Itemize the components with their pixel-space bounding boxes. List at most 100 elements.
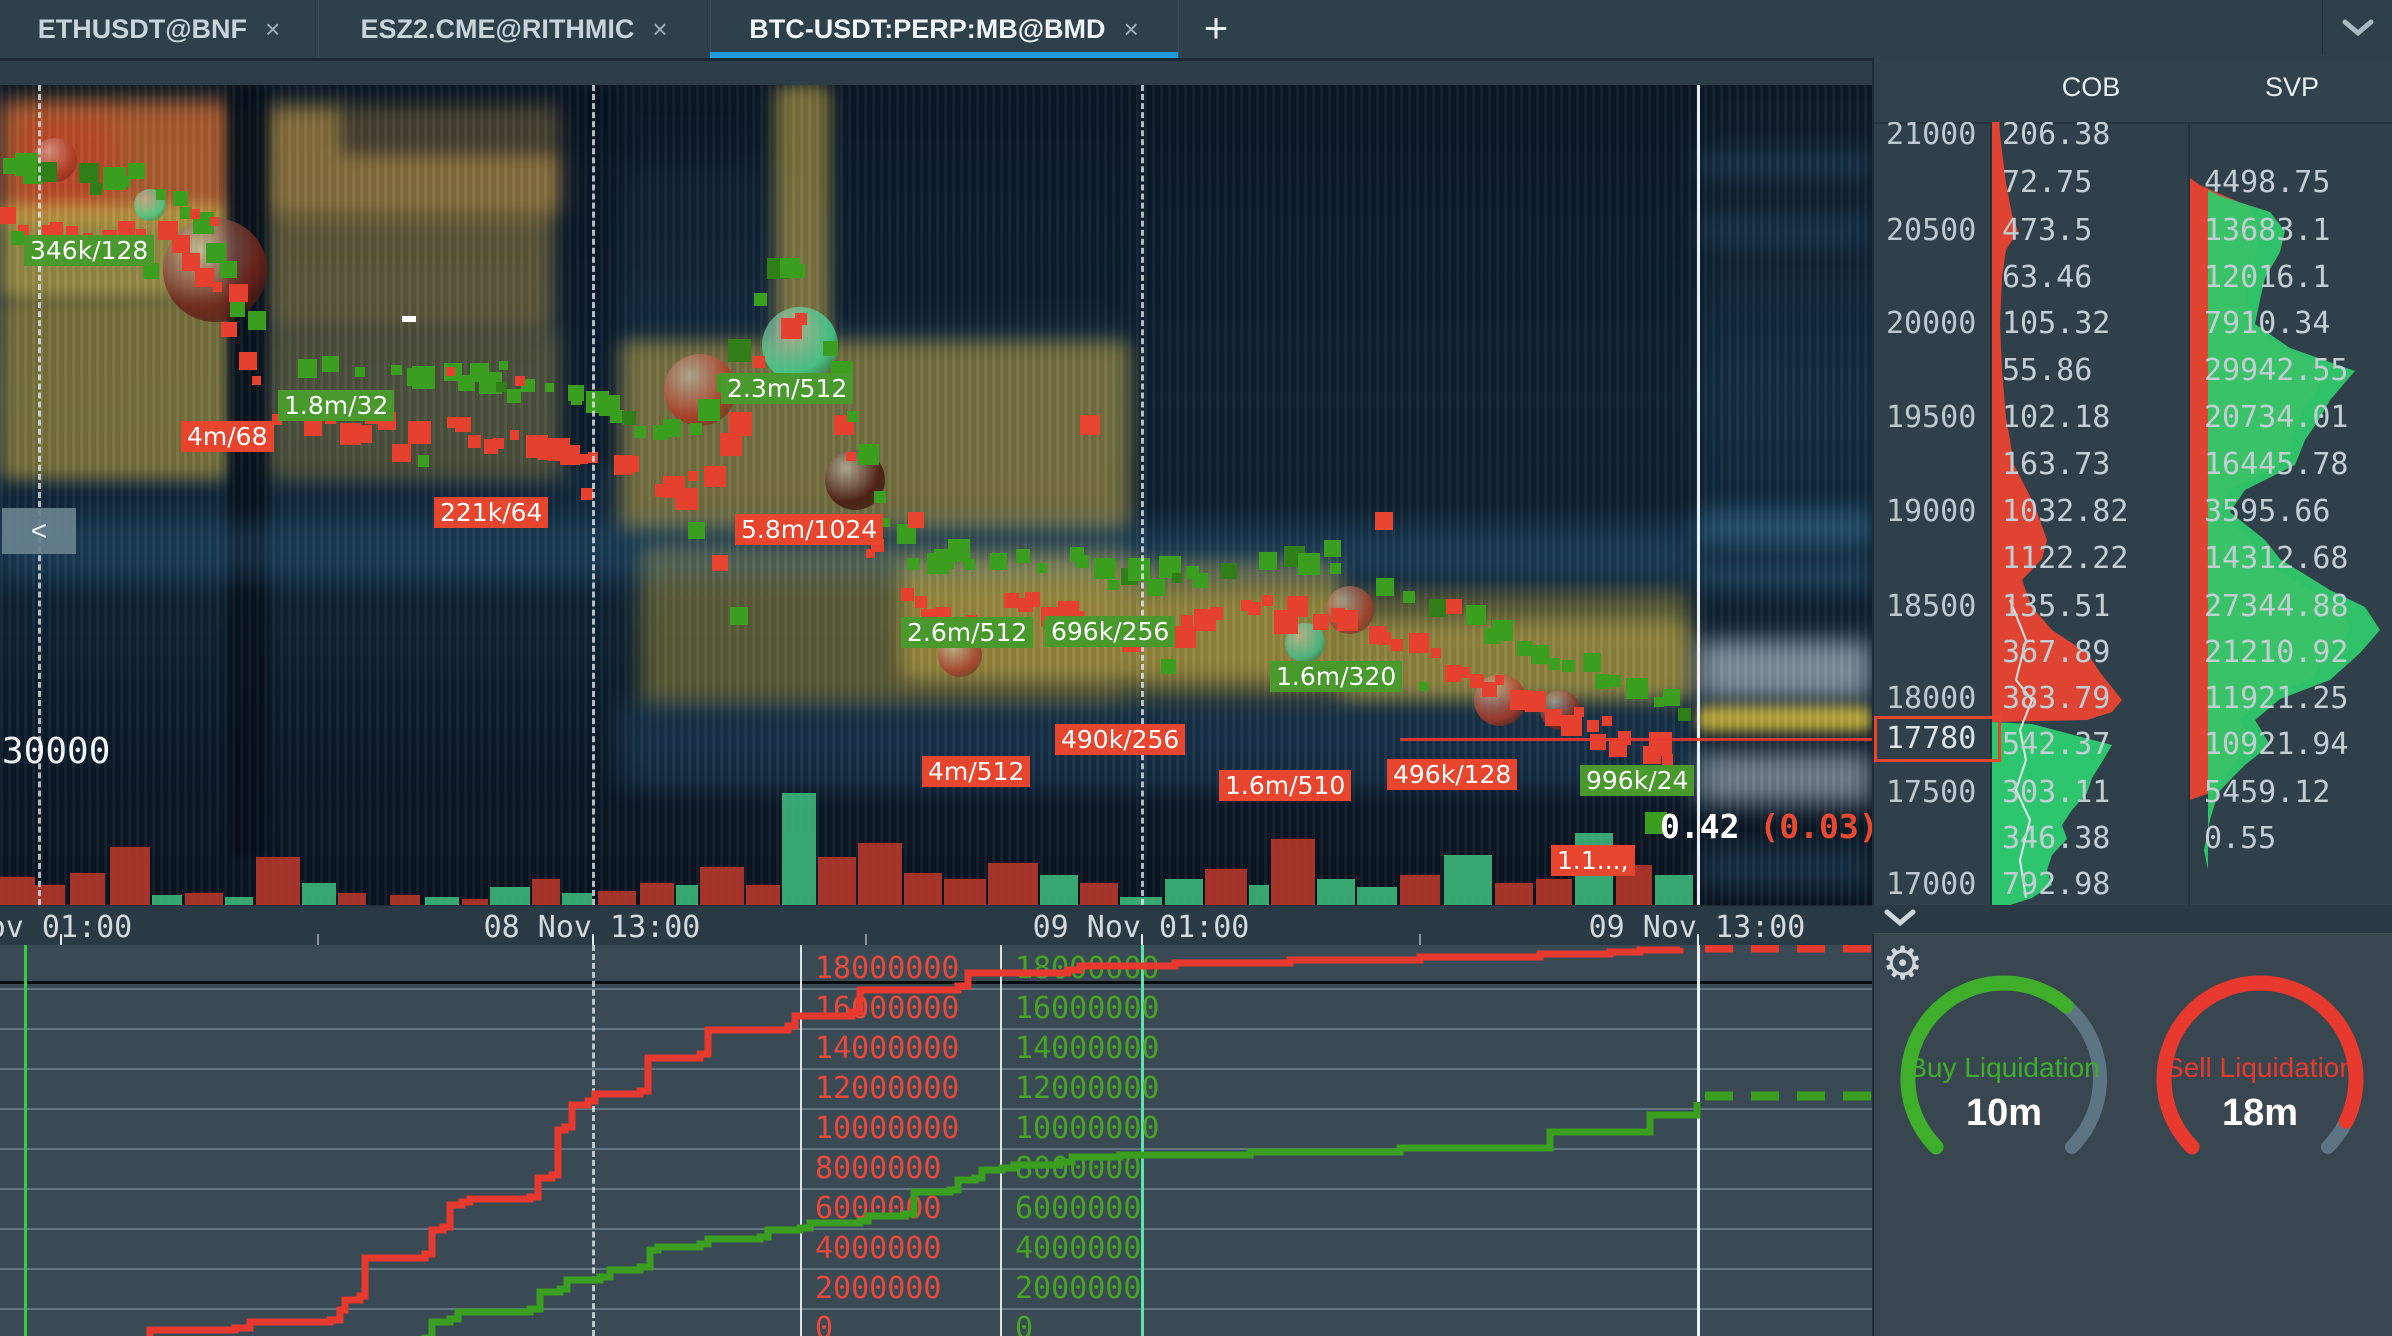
bubble-label: 4m/512 — [922, 756, 1030, 787]
cob-value: 102.18 — [2002, 400, 2110, 435]
cob-value: 163.73 — [2002, 447, 2110, 482]
price-axis-label: 18500 — [1886, 589, 1976, 624]
price-axis-label: 19000 — [1886, 494, 1976, 529]
add-tab-button[interactable]: + — [1185, 0, 1247, 55]
tab-close-icon[interactable]: × — [1124, 14, 1139, 45]
cob-value: 473.5 — [2002, 213, 2092, 248]
price-axis-label: 21000 — [1886, 122, 1976, 152]
cob-value: 1032.82 — [2002, 494, 2128, 529]
cob-svp-divider — [2188, 122, 2190, 905]
bubble-label: 4m/68 — [181, 421, 274, 452]
column-headers: COB SVP — [1874, 58, 2392, 124]
tab-close-icon[interactable]: × — [265, 14, 280, 45]
cvd-lines — [0, 945, 1872, 1336]
last-trade-size: 0.42 — [1660, 807, 1739, 846]
svp-value: 13683.1 — [2204, 213, 2330, 248]
svp-value: 3595.66 — [2204, 494, 2330, 529]
cob-value: 72.75 — [2002, 165, 2092, 200]
bubble-label: 1.8m/32 — [278, 390, 394, 421]
panel-collapse-row — [1872, 905, 2392, 933]
time-axis[interactable]: ov 01:0008 Nov 13:0009 Nov 01:0009 Nov 1… — [0, 905, 1872, 946]
buy-liquidation-label: Buy Liquidation — [1904, 1052, 2104, 1084]
depth-columns: 21000 20500 20000 19500 19000 18500 18000 17500… — [1874, 122, 2392, 905]
bubble-label: 2.3m/512 — [721, 373, 853, 404]
svp-value: 0.55 — [2204, 821, 2276, 856]
buy-liquidation-value: 10m — [1904, 1092, 2104, 1135]
tab-label: ETHUSDT@BNF — [38, 14, 247, 45]
sell-liquidation-label: Sell Liquidation — [2160, 1052, 2360, 1084]
cob-value: 63.46 — [2002, 260, 2092, 295]
tab-label: ESZ2.CME@RITHMIC — [360, 14, 634, 45]
bubble-labels: 346k/128 1.8m/324m/68 221k/64 2.3m/512 5.8m/… — [0, 85, 1872, 905]
price-axis-label: 20500 — [1886, 213, 1976, 248]
tab-close-icon[interactable]: × — [652, 14, 667, 45]
cob-value: 367.89 — [2002, 635, 2110, 670]
left-scale-label: 30000 — [2, 731, 110, 772]
bubble-label: 5.8m/1024 — [735, 514, 883, 545]
cob-value: 1122.22 — [2002, 541, 2128, 576]
cob-value: 346.38 — [2002, 821, 2110, 856]
svp-value: 20734.01 — [2204, 400, 2349, 435]
panel-chevron-button[interactable] — [1884, 909, 1916, 932]
price-axis-label: 17000 — [1886, 867, 1976, 902]
collapse-panel-button[interactable]: < — [2, 508, 76, 554]
svp-value: 14312.68 — [2204, 541, 2349, 576]
svp-value: 4498.75 — [2204, 165, 2330, 200]
bubble-label: 346k/128 — [24, 235, 154, 266]
bubble-label: 490k/256 — [1055, 724, 1185, 755]
sell-liquidation-value: 18m — [2160, 1092, 2360, 1135]
cob-value: 206.38 — [2002, 122, 2110, 152]
bubble-label: 2.6m/512 — [901, 617, 1033, 648]
svp-value: 16445.78 — [2204, 447, 2349, 482]
last-trade-change: (0.03) — [1759, 807, 1872, 846]
svp-value: 21210.92 — [2204, 635, 2349, 670]
chevron-down-icon — [1884, 909, 1916, 927]
price-axis-label: 20000 — [1886, 306, 1976, 341]
svp-value: 10921.94 — [2204, 727, 2349, 762]
tab-esz2-cme-rithmic[interactable]: ESZ2.CME@RITHMIC × — [318, 0, 711, 58]
svp-value: 27344.88 — [2204, 589, 2349, 624]
cob-header[interactable]: COB — [1992, 72, 2190, 103]
buy-cvd-line — [0, 1102, 1697, 1336]
tab-btc-usdt-perp-mb-bmd[interactable]: BTC-USDT:PERP:MB@BMD × — [710, 0, 1179, 58]
svp-value: 5459.12 — [2204, 775, 2330, 810]
last-trade-marker: 0.42 (0.03) — [1660, 807, 1872, 846]
current-price-label: 17780 — [1874, 716, 2001, 762]
bubble-label: 496k/128 — [1387, 759, 1517, 790]
heatmap-chart[interactable]: 346k/128 1.8m/324m/68 221k/64 2.3m/512 5.8m/… — [0, 85, 1872, 905]
bubble-label: 1.6m/320 — [1270, 661, 1402, 692]
trading-app: ETHUSDT@BNF×ESZ2.CME@RITHMIC×BTC-USDT:PE… — [0, 0, 2392, 1336]
sell-cvd-line — [0, 948, 1680, 1336]
cob-value: 55.86 — [2002, 353, 2092, 388]
svp-value: 11921.25 — [2204, 681, 2349, 716]
liquidation-panel: ⚙ Buy Liquidation 10m Sell Liquidation 1… — [1872, 933, 2392, 1336]
price-axis-label: 17500 — [1886, 775, 1976, 810]
cob-value: 135.51 — [2002, 589, 2110, 624]
cob-value: 105.32 — [2002, 306, 2110, 341]
svp-value: 29942.55 — [2204, 353, 2349, 388]
cob-value: 383.79 — [2002, 681, 2110, 716]
price-axis-label: 18000 — [1886, 681, 1976, 716]
bubble-label: 221k/64 — [434, 497, 548, 528]
cvd-pane[interactable]: 1800000016000000140000001200000010000000… — [0, 945, 1872, 1336]
bubble-label: 1.1..., — [1551, 845, 1635, 876]
cob-value: 792.98 — [2002, 867, 2110, 902]
price-axis-label: 19500 — [1886, 400, 1976, 435]
tab-list-chevron-button[interactable] — [2322, 0, 2392, 55]
tab-ethusdt-bnf[interactable]: ETHUSDT@BNF × — [0, 0, 319, 58]
bubble-label: 696k/256 — [1045, 616, 1175, 647]
active-tab-underline — [710, 52, 1178, 58]
svp-value: 12016.1 — [2204, 260, 2330, 295]
time-axis-label: ov 01:00 — [0, 910, 170, 945]
tab-label: BTC-USDT:PERP:MB@BMD — [749, 14, 1105, 45]
price-cob-divider — [1990, 122, 1992, 905]
bubble-label: 996k/24 — [1580, 765, 1694, 796]
svp-value: 7910.34 — [2204, 306, 2330, 341]
bubble-label: 1.6m/510 — [1219, 770, 1351, 801]
svp-header[interactable]: SVP — [2190, 72, 2392, 103]
tab-bar: ETHUSDT@BNF×ESZ2.CME@RITHMIC×BTC-USDT:PE… — [0, 0, 2392, 61]
liquidation-gauges — [1874, 934, 2392, 1336]
cob-value: 303.11 — [2002, 775, 2110, 810]
chevron-down-icon — [2341, 19, 2375, 37]
cob-value: 542.37 — [2002, 727, 2110, 762]
